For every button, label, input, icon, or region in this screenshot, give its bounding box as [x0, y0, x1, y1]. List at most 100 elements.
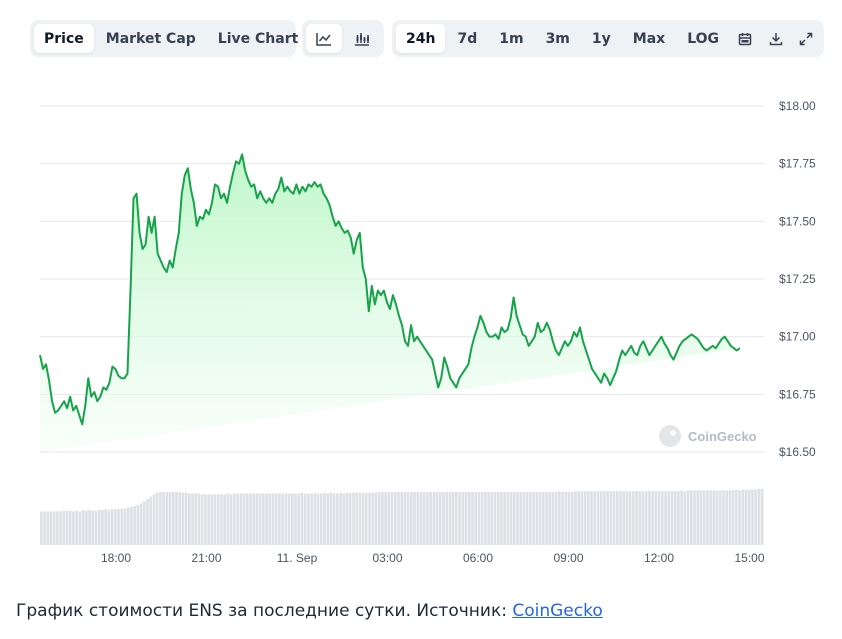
volume-bar	[702, 490, 706, 545]
fullscreen-icon	[799, 32, 813, 46]
volume-bar	[580, 491, 584, 545]
volume-bar	[590, 491, 593, 545]
y-tick-label: $18.00	[779, 99, 816, 113]
volume-bar	[223, 494, 227, 545]
volume-bar	[641, 491, 645, 545]
volume-bar	[673, 491, 677, 545]
volume-bar	[313, 493, 317, 545]
tab-range-3m[interactable]: 3m	[536, 24, 580, 53]
volume-bar	[281, 493, 284, 545]
tab-range-24h[interactable]: 24h	[396, 24, 446, 53]
volume-bar	[429, 491, 432, 545]
y-tick-label: $16.50	[779, 445, 816, 459]
volume-bar	[677, 491, 680, 545]
volume-bar	[220, 494, 223, 545]
tab-range-1m[interactable]: 1m	[489, 24, 533, 53]
y-tick-label: $17.75	[779, 157, 816, 171]
volume-bar	[516, 491, 519, 545]
tab-market-cap[interactable]: Market Cap	[96, 24, 206, 53]
volume-bar	[513, 491, 516, 545]
volume-bar	[525, 491, 529, 545]
volume-bar	[587, 491, 590, 545]
volume-bar	[377, 491, 381, 545]
volume-bar	[152, 494, 156, 545]
fullscreen-button[interactable]	[792, 24, 820, 53]
volume-bar	[88, 509, 91, 545]
volume-bar	[609, 491, 613, 545]
volume-bar	[548, 491, 552, 545]
volume-bar	[207, 494, 210, 545]
volume-bar	[570, 491, 574, 545]
volume-bar	[245, 493, 249, 545]
volume-bar	[364, 492, 368, 545]
volume-bar	[509, 491, 513, 545]
volume-bar	[715, 490, 719, 545]
tab-price[interactable]: Price	[34, 24, 94, 53]
volume-bar	[487, 491, 490, 545]
tab-range-1y[interactable]: 1y	[582, 24, 621, 53]
volume-bar	[445, 491, 449, 545]
volume-bar	[204, 494, 207, 545]
volume-bar	[709, 490, 712, 545]
volume-bar	[229, 494, 233, 545]
x-tick-label: 12:00	[644, 551, 674, 565]
volume-bar	[760, 488, 764, 545]
volume-bar	[419, 491, 423, 545]
volume-bar	[213, 494, 217, 545]
volume-bar	[410, 491, 413, 545]
caption-source-link[interactable]: CoinGecko	[512, 601, 602, 621]
volume-bar	[693, 490, 696, 545]
volume-bar	[554, 491, 558, 545]
volume-bar	[574, 491, 577, 545]
volume-bar	[284, 493, 288, 545]
volume-bar	[117, 509, 120, 545]
volume-bar	[168, 491, 172, 545]
volume-bar	[294, 493, 297, 545]
volume-bar	[104, 509, 107, 545]
volume-bar	[310, 493, 313, 545]
line-chart-button[interactable]	[306, 24, 342, 53]
volume-bar	[603, 491, 606, 545]
volume-bar	[474, 491, 478, 545]
volume-bar	[484, 491, 487, 545]
volume-bar	[638, 491, 642, 545]
volume-bar	[239, 493, 243, 545]
volume-bar	[435, 491, 439, 545]
volume-bar	[114, 509, 117, 545]
volume-bar	[40, 511, 43, 545]
volume-bar	[352, 492, 355, 545]
volume-bar	[612, 491, 616, 545]
date-range-button[interactable]	[731, 24, 759, 53]
x-tick-label: 03:00	[373, 551, 403, 565]
volume-bar	[171, 491, 175, 545]
volume-bar	[731, 490, 735, 545]
volume-bar	[403, 491, 407, 545]
tab-range-7d[interactable]: 7d	[447, 24, 487, 53]
volume-bar	[271, 493, 275, 545]
candlestick-chart-button[interactable]	[344, 24, 380, 53]
volume-bar	[439, 491, 442, 545]
volume-bar	[606, 491, 609, 545]
volume-bar	[133, 506, 136, 545]
tab-range-max[interactable]: Max	[623, 24, 675, 53]
tab-log-scale[interactable]: LOG	[677, 24, 729, 53]
volume-bar	[126, 507, 130, 545]
download-button[interactable]	[761, 24, 789, 53]
volume-bar	[615, 491, 619, 545]
y-tick-label: $16.75	[779, 387, 816, 401]
volume-bar	[361, 492, 365, 545]
volume-bar	[541, 491, 545, 545]
volume-bar	[233, 493, 236, 545]
volume-bar	[728, 490, 732, 545]
volume-bar	[593, 491, 597, 545]
volume-bar	[371, 492, 375, 545]
x-tick-label: 09:00	[554, 551, 584, 565]
volume-bar	[718, 490, 722, 545]
volume-bar	[706, 490, 709, 545]
volume-bar	[406, 491, 410, 545]
volume-bar	[496, 491, 500, 545]
volume-bar	[297, 493, 301, 545]
volume-bar	[390, 491, 394, 545]
volume-bar	[123, 508, 127, 545]
volume-bar	[307, 493, 310, 545]
